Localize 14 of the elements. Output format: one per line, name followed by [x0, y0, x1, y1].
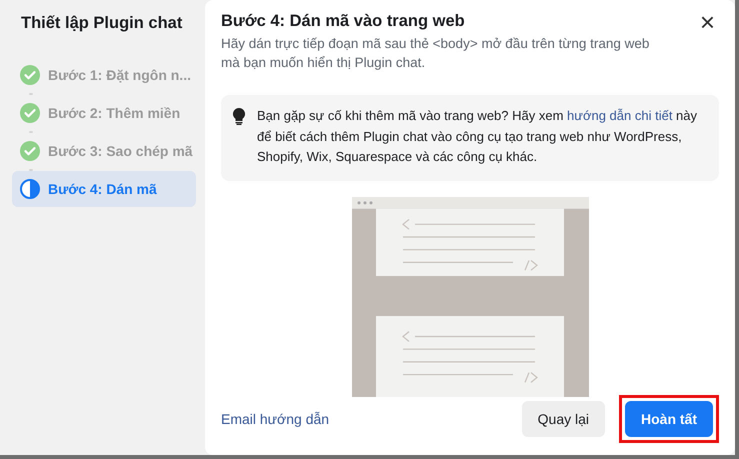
finish-button[interactable]: Hoàn tất	[625, 401, 713, 437]
description-text: Hãy dán trực tiếp đoạn mã sau thẻ <body> mở đầu trên từng trang web mà bạn muốn hiển thị Plugin chat.	[221, 35, 650, 72]
sidebar-title: Thiết lập Plugin chat	[21, 13, 184, 34]
step-item[interactable]: Bước 3: Sao chép mã	[12, 133, 196, 169]
guide-link[interactable]: hướng dẫn chi tiết	[567, 108, 672, 123]
back-button[interactable]: Quay lại	[522, 401, 605, 437]
lightbulb-icon	[233, 108, 245, 125]
step-item[interactable]: Bước 1: Đặt ngôn n...	[12, 57, 196, 93]
close-button[interactable]: ×	[696, 12, 719, 32]
step-item[interactable]: Bước 4: Dán mã	[12, 171, 196, 207]
step-item[interactable]: Bước 2: Thêm miền	[12, 95, 196, 131]
tip-text: Bạn gặp sự cố khi thêm mã vào trang web? Hãy xem hướng dẫn chi tiết này để biết cách thêm Plugin chat vào công cụ tạo trang web như WordPress, Shopify, Wix, Squarespace và các công cụ khác.	[257, 107, 698, 166]
email-guide-link[interactable]: Email hướng dẫn	[221, 411, 330, 427]
dialog-title: Bước 4: Dán mã vào trang web	[221, 12, 465, 31]
